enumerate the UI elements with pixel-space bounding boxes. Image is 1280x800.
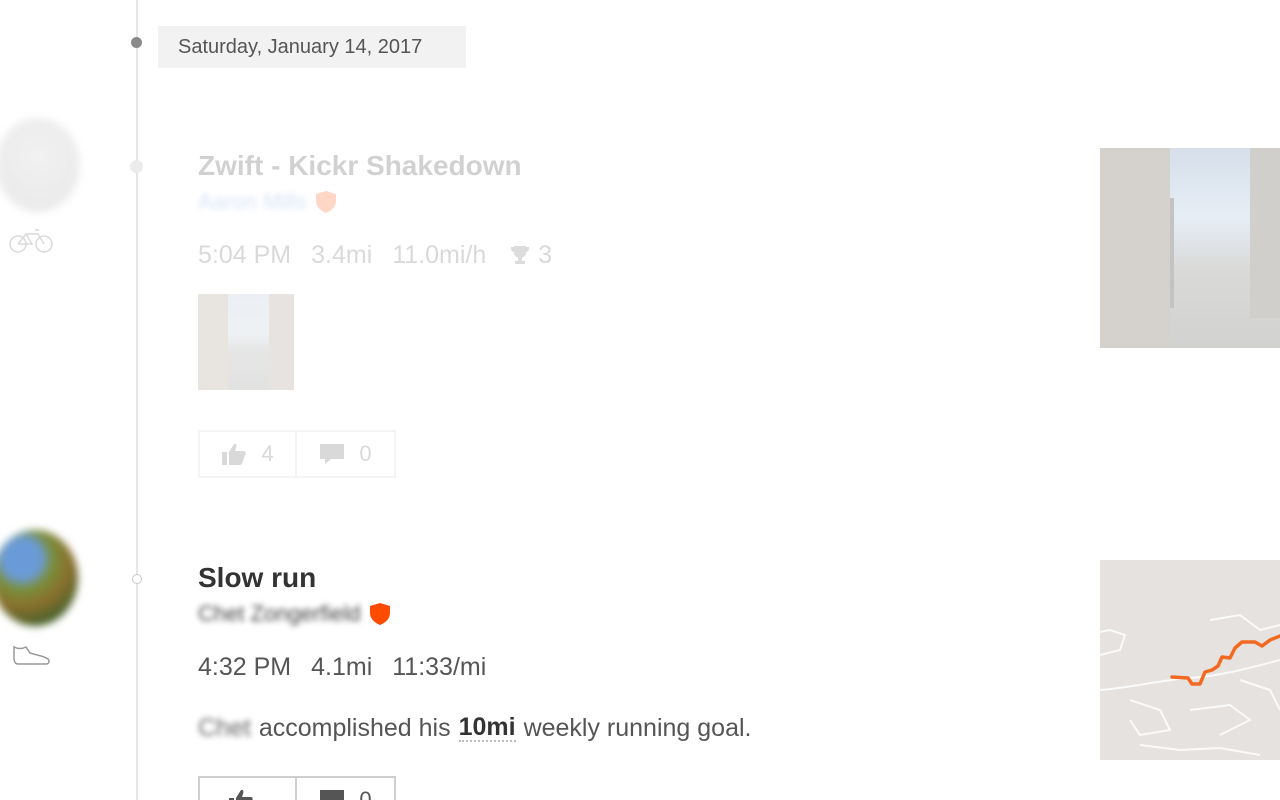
activity-stats: 5:04 PM 3.4mi 11.0mi/h 3 xyxy=(198,240,592,270)
athlete-name[interactable]: Chet Zongerfield xyxy=(198,601,361,627)
comment-count: 0 xyxy=(359,441,372,466)
avatar[interactable] xyxy=(0,118,80,212)
kudos-button[interactable]: 4 xyxy=(198,430,297,478)
timeline-activity-marker xyxy=(130,160,143,173)
achievement-count: 3 xyxy=(538,240,553,269)
activity-time: 4:32 PM xyxy=(198,652,292,681)
activity-card: Zwift - Kickr Shakedown Aaron Mills 5:04… xyxy=(198,148,592,478)
activity-card: Slow run Chet Zongerfield 4:32 PM 4.1mi … xyxy=(198,560,751,800)
activity-photo-thumbnail[interactable] xyxy=(198,294,294,390)
shield-icon xyxy=(315,190,337,214)
activity-distance: 3.4mi xyxy=(311,240,373,269)
activity-pace: 11:33/mi xyxy=(392,652,487,681)
comment-icon xyxy=(320,444,345,464)
thumbs-up-icon xyxy=(222,443,247,465)
goal-text-before: accomplished his xyxy=(258,713,451,742)
comment-icon xyxy=(320,790,345,800)
activity-title[interactable]: Slow run xyxy=(198,560,751,596)
comment-button[interactable]: 0 xyxy=(297,430,396,478)
comment-button[interactable]: 0 xyxy=(297,776,396,800)
activity-photo[interactable] xyxy=(1100,148,1280,348)
avatar[interactable] xyxy=(0,530,78,626)
athlete-name[interactable]: Aaron Mills xyxy=(198,189,307,215)
activity-title[interactable]: Zwift - Kickr Shakedown xyxy=(198,148,592,184)
comment-count: 0 xyxy=(359,787,372,800)
goal-athlete-name[interactable]: Chet xyxy=(198,714,251,743)
activity-time: 5:04 PM xyxy=(198,240,292,269)
activity-distance: 4.1mi xyxy=(311,652,373,681)
activity-stats: 4:32 PM 4.1mi 11:33/mi xyxy=(198,652,751,682)
trophy-icon xyxy=(511,246,530,264)
goal-text-after: weekly running goal. xyxy=(523,713,752,742)
kudos-count: 4 xyxy=(261,441,274,466)
goal-achievement: Chet accomplished his 10mi weekly runnin… xyxy=(198,712,751,744)
date-header: Saturday, January 14, 2017 xyxy=(158,26,466,68)
achievements[interactable]: 3 xyxy=(510,241,572,270)
shoe-icon xyxy=(12,643,52,672)
bike-icon xyxy=(8,228,54,259)
kudos-button[interactable] xyxy=(198,776,297,800)
timeline-date-marker xyxy=(131,37,142,48)
route-line xyxy=(1170,634,1280,686)
route-map[interactable] xyxy=(1100,560,1280,760)
timeline-line xyxy=(136,0,138,800)
goal-distance[interactable]: 10mi xyxy=(458,714,516,742)
thumbs-up-icon xyxy=(228,789,253,800)
shield-icon xyxy=(369,602,391,626)
activity-speed: 11.0mi/h xyxy=(392,240,487,269)
timeline-activity-marker xyxy=(132,574,142,584)
